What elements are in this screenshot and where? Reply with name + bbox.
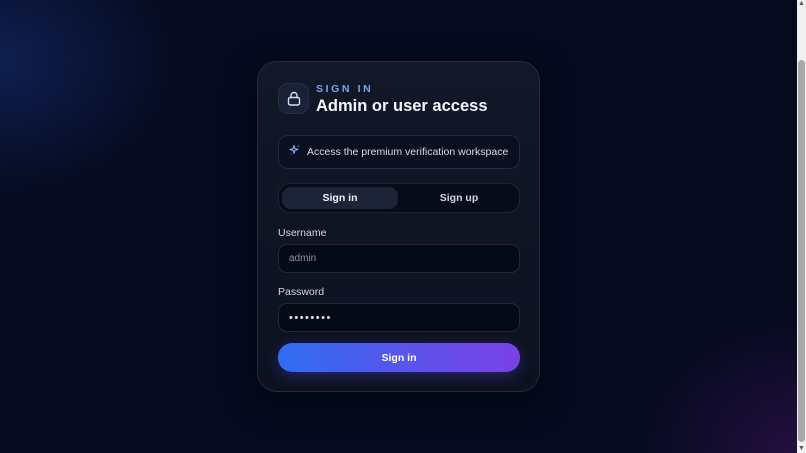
card-header: SIGN IN Admin or user access xyxy=(278,82,519,116)
auth-tabs: Sign in Sign up xyxy=(278,183,520,213)
scroll-down-arrow-icon[interactable]: ▼ xyxy=(798,445,805,453)
workspace-banner: Access the premium verification workspac… xyxy=(278,135,520,169)
username-input[interactable] xyxy=(278,244,520,273)
sign-in-eyebrow: SIGN IN xyxy=(316,83,374,95)
lock-icon xyxy=(278,83,309,114)
tab-sign-in[interactable]: Sign in xyxy=(282,187,398,209)
scrollbar-thumb[interactable] xyxy=(798,60,805,442)
password-label: Password xyxy=(278,286,325,298)
page-title: Admin or user access xyxy=(316,97,488,115)
sparkle-icon xyxy=(289,143,301,161)
username-label: Username xyxy=(278,227,327,239)
sign-in-button[interactable]: Sign in xyxy=(278,343,520,372)
banner-text: Access the premium verification workspac… xyxy=(307,146,509,158)
tab-sign-up[interactable]: Sign up xyxy=(401,187,517,209)
scroll-up-arrow-icon[interactable]: ▲ xyxy=(798,0,805,8)
sign-in-card: SIGN IN Admin or user access Access the … xyxy=(257,61,540,392)
vertical-scrollbar[interactable]: ▲ ▼ xyxy=(797,0,806,453)
password-input[interactable]: •••••••• xyxy=(278,303,520,332)
